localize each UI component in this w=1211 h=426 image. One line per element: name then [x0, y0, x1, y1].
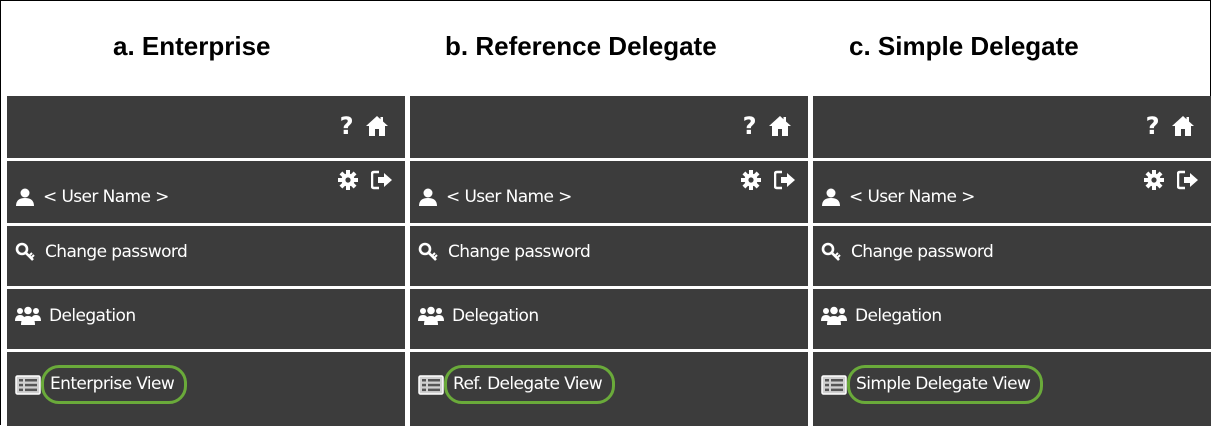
- change-password-row[interactable]: Change password: [410, 226, 808, 286]
- list-view-icon: [418, 374, 444, 395]
- menu-panel-reference-delegate: ? < User Name > Change password Delegati…: [410, 96, 808, 426]
- change-password-row[interactable]: Change password: [7, 226, 405, 286]
- user-row: < User Name >: [813, 161, 1211, 223]
- user-icon: [418, 187, 438, 207]
- user-name-menu-item[interactable]: < User Name >: [43, 187, 169, 207]
- top-bar: ?: [813, 96, 1211, 158]
- user-name-menu-item[interactable]: < User Name >: [446, 187, 572, 207]
- delegation-menu-item[interactable]: Delegation: [452, 306, 539, 326]
- delegation-menu-item[interactable]: Delegation: [855, 306, 942, 326]
- top-bar: ?: [410, 96, 808, 158]
- figure-frame: a. Enterprise b. Reference Delegate c. S…: [0, 0, 1211, 426]
- panel-title-enterprise: a. Enterprise: [113, 31, 271, 61]
- gear-icon[interactable]: [740, 169, 762, 191]
- logout-icon[interactable]: [774, 170, 796, 190]
- delegation-row[interactable]: Delegation: [410, 289, 808, 349]
- panel-title-simple-delegate: c. Simple Delegate: [849, 31, 1079, 61]
- ref-delegate-view-menu-item[interactable]: Ref. Delegate View: [444, 365, 616, 404]
- help-button[interactable]: ?: [340, 114, 354, 138]
- enterprise-view-menu-item[interactable]: Enterprise View: [41, 365, 188, 404]
- change-password-menu-item[interactable]: Change password: [851, 242, 994, 262]
- view-row[interactable]: Ref. Delegate View: [410, 352, 808, 426]
- key-icon: [821, 242, 843, 262]
- menu-panel-simple-delegate: ? < User Name > Change password Delegati…: [813, 96, 1211, 426]
- delegation-row[interactable]: Delegation: [7, 289, 405, 349]
- home-icon[interactable]: [1171, 115, 1195, 137]
- list-view-icon: [15, 374, 41, 395]
- view-row[interactable]: Enterprise View: [7, 352, 405, 426]
- delegation-row[interactable]: Delegation: [813, 289, 1211, 349]
- change-password-row[interactable]: Change password: [813, 226, 1211, 286]
- user-name-menu-item[interactable]: < User Name >: [849, 187, 975, 207]
- panel-title-reference-delegate: b. Reference Delegate: [445, 31, 717, 61]
- help-button[interactable]: ?: [1146, 114, 1160, 138]
- key-icon: [15, 242, 37, 262]
- user-icon: [15, 187, 35, 207]
- logout-icon[interactable]: [1177, 170, 1199, 190]
- view-row[interactable]: Simple Delegate View: [813, 352, 1211, 426]
- change-password-menu-item[interactable]: Change password: [448, 242, 591, 262]
- home-icon[interactable]: [768, 115, 792, 137]
- gear-icon[interactable]: [1143, 169, 1165, 191]
- group-icon: [418, 306, 444, 326]
- top-bar: ?: [7, 96, 405, 158]
- help-button[interactable]: ?: [743, 114, 757, 138]
- delegation-menu-item[interactable]: Delegation: [49, 306, 136, 326]
- menu-panel-enterprise: ? < User Name > Change password Delegati…: [7, 96, 405, 426]
- home-icon[interactable]: [365, 115, 389, 137]
- group-icon: [15, 306, 41, 326]
- user-row: < User Name >: [7, 161, 405, 223]
- logout-icon[interactable]: [371, 170, 393, 190]
- group-icon: [821, 306, 847, 326]
- change-password-menu-item[interactable]: Change password: [45, 242, 188, 262]
- gear-icon[interactable]: [337, 169, 359, 191]
- list-view-icon: [821, 374, 847, 395]
- simple-delegate-view-menu-item[interactable]: Simple Delegate View: [847, 365, 1044, 404]
- user-row: < User Name >: [410, 161, 808, 223]
- user-icon: [821, 187, 841, 207]
- key-icon: [418, 242, 440, 262]
